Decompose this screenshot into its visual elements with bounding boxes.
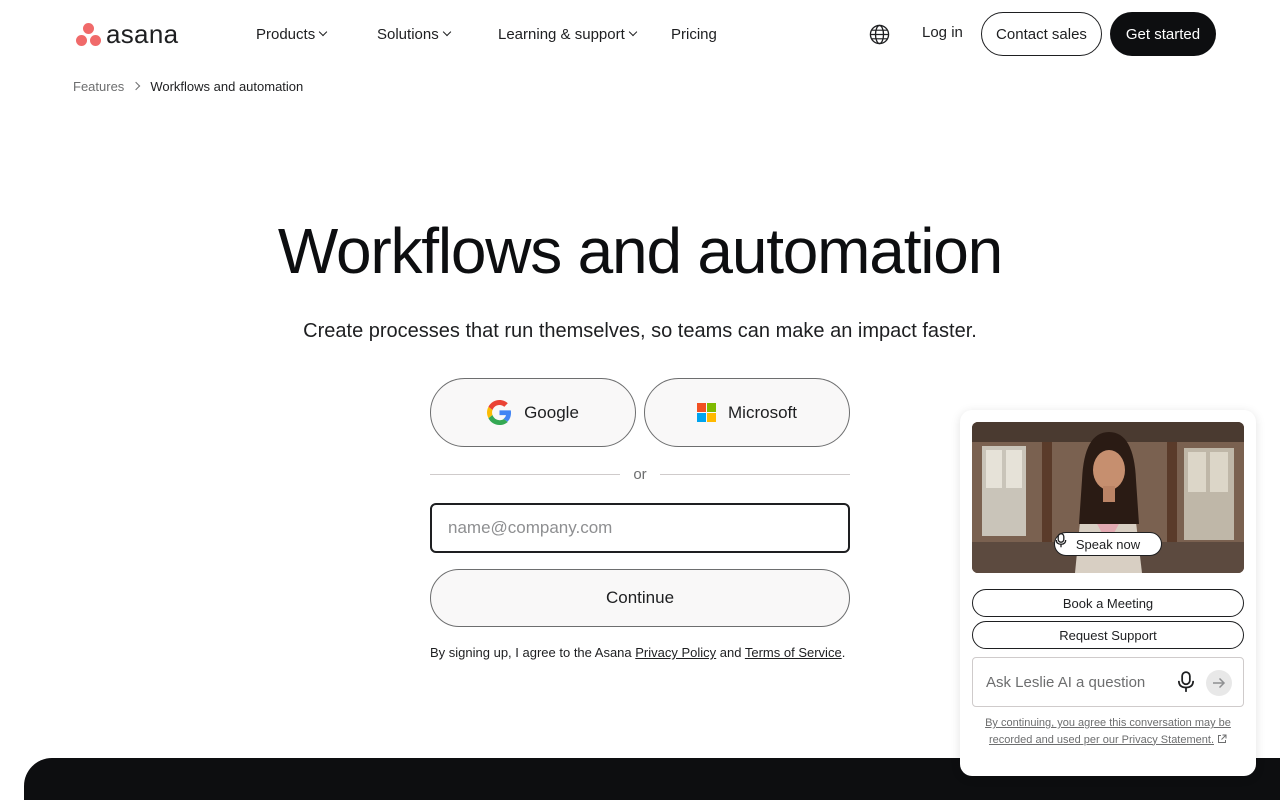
breadcrumb: Features Workflows and automation <box>73 77 303 95</box>
consent-text: By continuing, you agree this conversati… <box>985 717 1231 746</box>
legal-prefix: By signing up, I agree to the Asana <box>430 645 636 660</box>
assistant-video[interactable]: Speak now <box>972 422 1244 573</box>
external-link-icon <box>1218 734 1227 743</box>
microsoft-signup-label: Microsoft <box>728 402 797 422</box>
ask-ai-box <box>972 657 1244 707</box>
chevron-down-icon <box>318 27 328 37</box>
legal-notice: By signing up, I agree to the Asana Priv… <box>430 644 860 662</box>
chevron-right-icon <box>132 81 141 91</box>
nav-products[interactable]: Products <box>256 24 328 44</box>
contact-sales-button[interactable]: Contact sales <box>981 12 1102 56</box>
nav-pricing[interactable]: Pricing <box>671 24 717 44</box>
google-icon <box>487 400 512 425</box>
legal-and: and <box>716 645 745 660</box>
continue-button[interactable]: Continue <box>430 569 850 627</box>
send-arrow-icon <box>1213 677 1226 689</box>
nav-learning-support[interactable]: Learning & support <box>498 24 638 44</box>
logo-wordmark: asana <box>106 19 179 49</box>
legal-suffix: . <box>841 645 846 660</box>
divider-line-right <box>660 474 850 475</box>
microphone-icon <box>1055 533 1067 548</box>
nav-solutions[interactable]: Solutions <box>377 24 451 44</box>
microphone-icon[interactable] <box>1176 671 1196 693</box>
asana-logo[interactable]: asana <box>76 21 178 47</box>
breadcrumb-features-link[interactable]: Features <box>73 79 124 94</box>
globe-icon[interactable] <box>869 24 890 45</box>
privacy-consent-link[interactable]: By continuing, you agree this conversati… <box>980 715 1236 748</box>
terms-of-service-link[interactable]: Terms of Service <box>745 645 842 660</box>
chevron-down-icon <box>628 27 638 37</box>
get-started-button[interactable]: Get started <box>1110 12 1216 56</box>
speak-now-button[interactable]: Speak now <box>1054 532 1162 556</box>
microsoft-signup-button[interactable]: Microsoft <box>644 378 850 447</box>
page-subtitle: Create processes that run themselves, so… <box>303 320 977 342</box>
send-button[interactable] <box>1206 670 1232 696</box>
microsoft-icon <box>697 403 717 422</box>
book-meeting-button[interactable]: Book a Meeting <box>972 589 1244 617</box>
chevron-down-icon <box>442 27 451 37</box>
or-divider: or <box>430 465 850 485</box>
page-title: Workflows and automation <box>277 215 1003 287</box>
speak-now-label: Speak now <box>1075 536 1141 552</box>
google-signup-label: Google <box>524 402 579 422</box>
ai-assistant-widget: Speak now Book a Meeting Request Support… <box>960 410 1256 776</box>
top-nav: asana Products Solutions Learning & supp… <box>0 0 1280 68</box>
privacy-policy-link[interactable]: Privacy Policy <box>635 645 716 660</box>
breadcrumb-current: Workflows and automation <box>150 78 304 94</box>
google-signup-button[interactable]: Google <box>430 378 636 447</box>
login-link[interactable]: Log in <box>922 24 963 41</box>
nav-pricing-label: Pricing <box>671 25 717 43</box>
request-support-button[interactable]: Request Support <box>972 621 1244 649</box>
ask-ai-input[interactable] <box>973 658 1163 706</box>
email-input[interactable] <box>430 503 850 553</box>
nav-learning-support-label: Learning & support <box>498 25 625 43</box>
nav-products-label: Products <box>256 25 316 43</box>
asana-logo-icon <box>76 22 101 46</box>
nav-solutions-label: Solutions <box>377 25 439 43</box>
